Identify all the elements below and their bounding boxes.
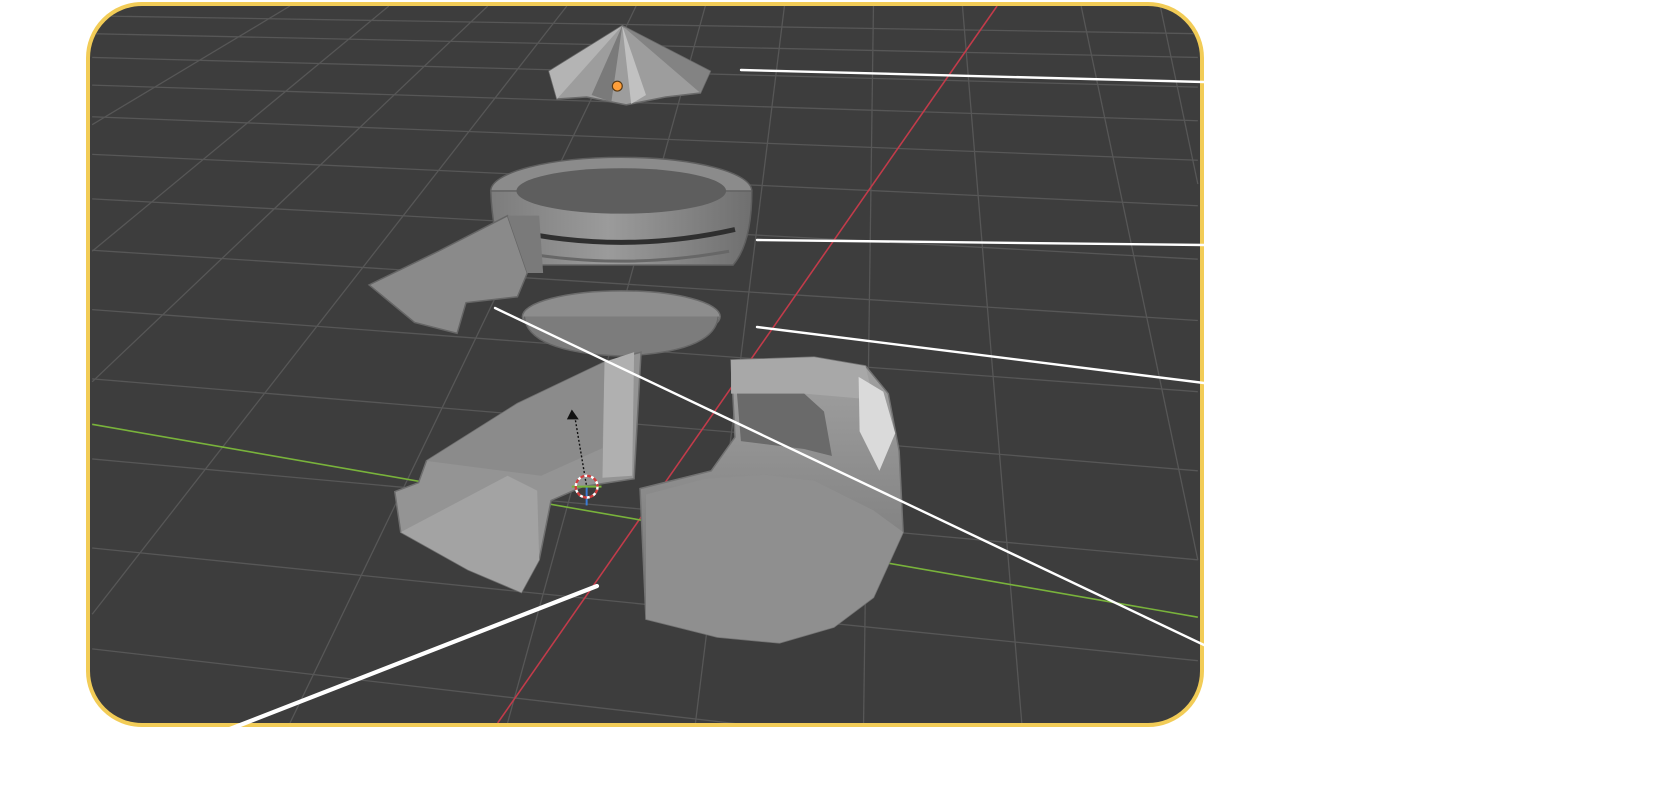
floor-grid	[91, 6, 1199, 723]
cone-cap-part[interactable]	[548, 24, 712, 106]
3d-viewport[interactable]	[86, 2, 1204, 727]
viewport-canvas	[91, 6, 1199, 723]
clip-arm-part[interactable]	[367, 214, 544, 335]
left-shell-part[interactable]	[393, 351, 642, 594]
exploded-model-diagram	[0, 0, 1671, 793]
origin-dot-icon	[611, 80, 623, 92]
disk-base-part[interactable]	[521, 290, 721, 357]
right-shell-part[interactable]	[639, 356, 904, 644]
